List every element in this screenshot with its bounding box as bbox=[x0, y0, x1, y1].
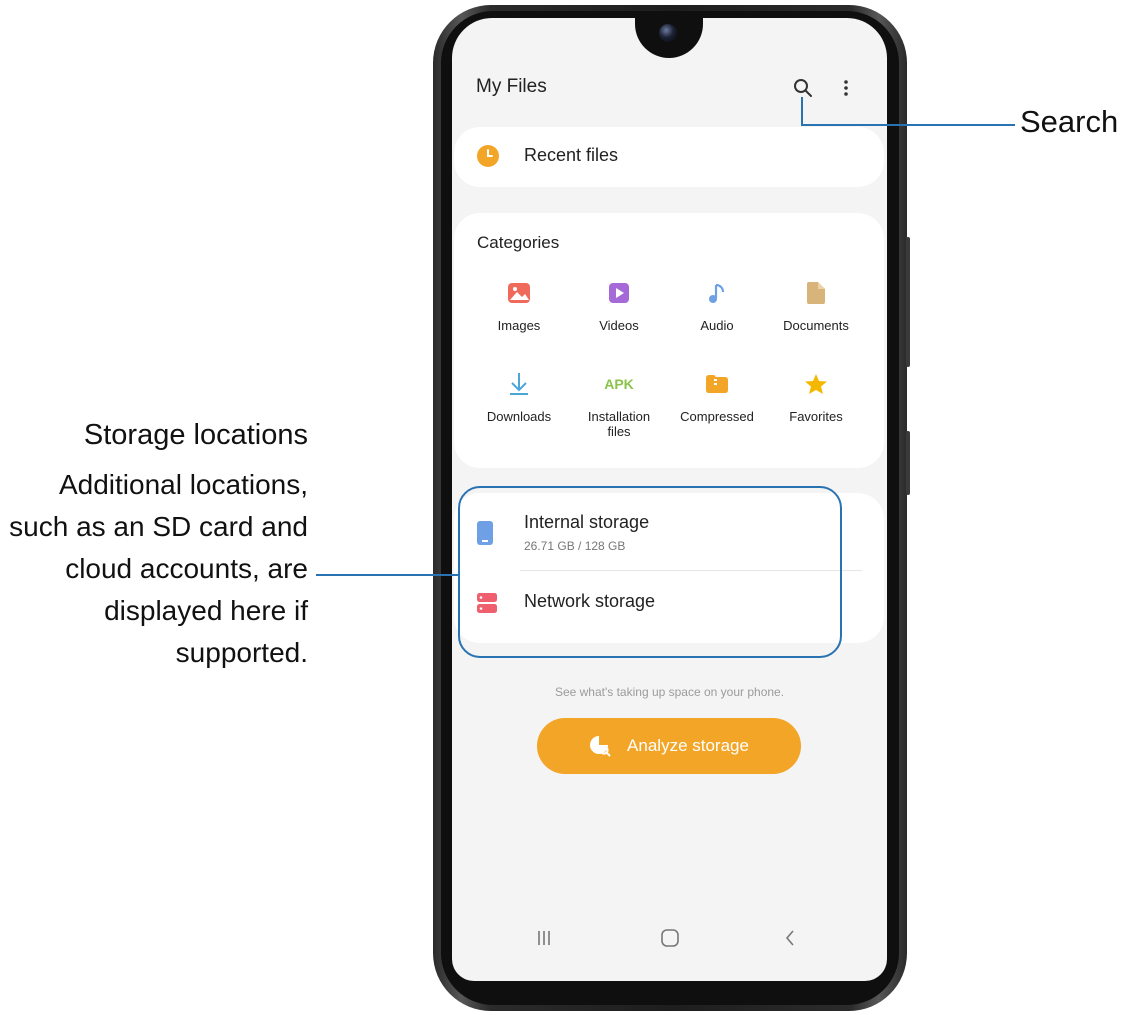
category-images[interactable]: Images bbox=[471, 280, 567, 333]
front-camera bbox=[659, 24, 677, 42]
category-compressed[interactable]: Compressed bbox=[669, 371, 765, 424]
volume-button bbox=[906, 237, 910, 367]
category-label: Compressed bbox=[680, 409, 754, 424]
stage: My Files Recent files Categories Images … bbox=[0, 0, 1132, 1015]
category-label: Documents bbox=[783, 318, 849, 333]
back-icon[interactable] bbox=[770, 923, 810, 953]
navigation-bar bbox=[452, 923, 887, 953]
search-leader-line-vertical bbox=[801, 97, 803, 125]
categories-title: Categories bbox=[477, 233, 560, 252]
clock-icon bbox=[477, 145, 499, 167]
power-button bbox=[906, 431, 910, 495]
category-installation-files[interactable]: APK Installation files bbox=[571, 371, 667, 439]
home-icon[interactable] bbox=[650, 923, 690, 953]
storage-highlight-box bbox=[458, 486, 842, 658]
favorites-icon bbox=[803, 371, 829, 397]
category-label: Downloads bbox=[486, 409, 552, 424]
app-title: My Files bbox=[476, 76, 547, 97]
images-icon bbox=[506, 280, 532, 306]
category-label: Installation files bbox=[587, 409, 651, 439]
audio-icon bbox=[704, 280, 730, 306]
downloads-icon bbox=[506, 371, 532, 397]
category-downloads[interactable]: Downloads bbox=[471, 371, 567, 424]
category-label: Videos bbox=[599, 318, 639, 333]
search-leader-line-horizontal bbox=[801, 124, 1015, 126]
category-audio[interactable]: Audio bbox=[669, 280, 765, 333]
videos-icon bbox=[606, 280, 632, 306]
storage-callout-body: Additional locations, such as an SD card… bbox=[9, 469, 308, 668]
category-label: Favorites bbox=[789, 409, 843, 424]
analyze-storage-icon bbox=[589, 735, 611, 757]
category-videos[interactable]: Videos bbox=[571, 280, 667, 333]
recent-files-card[interactable]: Recent files bbox=[454, 127, 884, 187]
category-label: Images bbox=[497, 318, 541, 333]
category-label: Audio bbox=[700, 318, 734, 333]
apk-icon-text: APK bbox=[604, 376, 634, 392]
recent-files-label: Recent files bbox=[524, 145, 619, 165]
analyze-storage-button[interactable]: Analyze storage bbox=[537, 718, 801, 774]
storage-callout-title: Storage locations bbox=[83, 419, 308, 451]
storage-leader-line bbox=[316, 574, 459, 576]
apk-icon: APK bbox=[604, 371, 634, 397]
more-options-icon[interactable] bbox=[836, 73, 856, 103]
categories-card: Categories Images Videos Audio Documents… bbox=[454, 213, 884, 468]
category-documents[interactable]: Documents bbox=[768, 280, 864, 333]
camera-notch bbox=[635, 18, 703, 58]
category-favorites[interactable]: Favorites bbox=[768, 371, 864, 424]
analyze-hint: See what's taking up space on your phone… bbox=[554, 685, 785, 699]
search-callout: Search bbox=[1020, 104, 1119, 139]
analyze-storage-label: Analyze storage bbox=[627, 736, 749, 755]
compressed-icon bbox=[704, 371, 730, 397]
recents-icon[interactable] bbox=[524, 923, 564, 953]
documents-icon bbox=[803, 280, 829, 306]
search-icon[interactable] bbox=[788, 73, 818, 103]
